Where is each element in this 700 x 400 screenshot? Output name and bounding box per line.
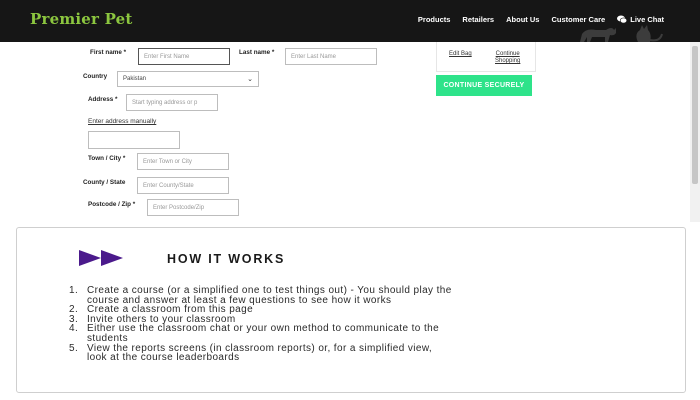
continue-shopping-line-1: Continue — [495, 51, 520, 57]
continue-shopping-link[interactable]: Continue Shopping — [495, 51, 520, 65]
step-number: 5. — [69, 342, 79, 354]
step-line: look at the course leaderboards — [87, 352, 240, 364]
continue-securely-button[interactable]: CONTINUE SECURELY — [436, 75, 532, 96]
manual-address-input[interactable] — [88, 131, 180, 149]
step-text: View the reports screens (in classroom r… — [87, 343, 669, 364]
address-input[interactable]: Start typing address or p — [126, 94, 218, 111]
pets-silhouette-icon — [580, 25, 663, 42]
last-name-input[interactable]: Enter Last Name — [285, 48, 377, 65]
county-label: County / State — [83, 179, 126, 186]
site-header: Premier Pet Products Retailers About Us … — [0, 0, 700, 42]
step-number: 1. — [69, 285, 79, 296]
chevron-down-icon: ⌄ — [247, 76, 253, 83]
address-form: First name * Enter First Name Last name … — [0, 42, 690, 222]
step-item: 5. View the reports screens (in classroo… — [69, 342, 669, 364]
scrollbar-thumb[interactable] — [692, 46, 698, 184]
nav-retailers[interactable]: Retailers — [462, 15, 494, 24]
step-number: 4. — [69, 323, 79, 335]
country-selected-value: Pakistan — [123, 76, 147, 82]
steps-list: 1. Create a course (or a simplified one … — [69, 285, 669, 364]
edit-bag-link[interactable]: Edit Bag — [449, 51, 472, 58]
main-nav: Products Retailers About Us Customer Car… — [418, 15, 664, 24]
town-label: Town / City * — [88, 155, 126, 162]
nav-live-chat[interactable]: Live Chat — [617, 15, 664, 24]
step-line: Either use the classroom chat or your ow… — [87, 323, 440, 335]
country-select[interactable]: Pakistan ⌄ — [117, 71, 259, 87]
bag-actions-box: Edit Bag Continue Shopping — [436, 42, 536, 72]
step-item: 4. Either use the classroom chat or your… — [69, 324, 669, 343]
nav-live-chat-label: Live Chat — [630, 15, 664, 24]
county-input[interactable]: Enter County/State — [137, 177, 229, 194]
step-text: Either use the classroom chat or your ow… — [87, 324, 669, 343]
chat-bubble-icon — [617, 15, 628, 24]
postcode-input[interactable]: Enter Postcode/Zip — [147, 199, 239, 216]
nav-products[interactable]: Products — [418, 15, 451, 24]
double-arrow-icon — [79, 250, 123, 266]
how-it-works-title: HOW IT WORKS — [167, 252, 286, 266]
step-item: 1. Create a course (or a simplified one … — [69, 285, 669, 305]
continue-shopping-line-2: Shopping — [495, 58, 521, 64]
address-label: Address * — [88, 96, 118, 103]
enter-address-manually-link[interactable]: Enter address manually — [88, 118, 156, 125]
nav-customer-care[interactable]: Customer Care — [551, 15, 605, 24]
how-it-works-card: HOW IT WORKS 1. Create a course (or a si… — [16, 227, 686, 393]
country-label: Country — [83, 73, 108, 80]
town-input[interactable]: Enter Town or City — [137, 153, 229, 170]
logo[interactable]: Premier Pet — [30, 10, 133, 28]
postcode-label: Postcode / Zip * — [88, 201, 136, 208]
first-name-label: First name * — [90, 49, 127, 56]
first-name-input[interactable]: Enter First Name — [138, 48, 230, 65]
nav-about-us[interactable]: About Us — [506, 15, 539, 24]
last-name-label: Last name * — [239, 49, 275, 56]
step-text: Create a course (or a simplified one to … — [87, 286, 669, 305]
